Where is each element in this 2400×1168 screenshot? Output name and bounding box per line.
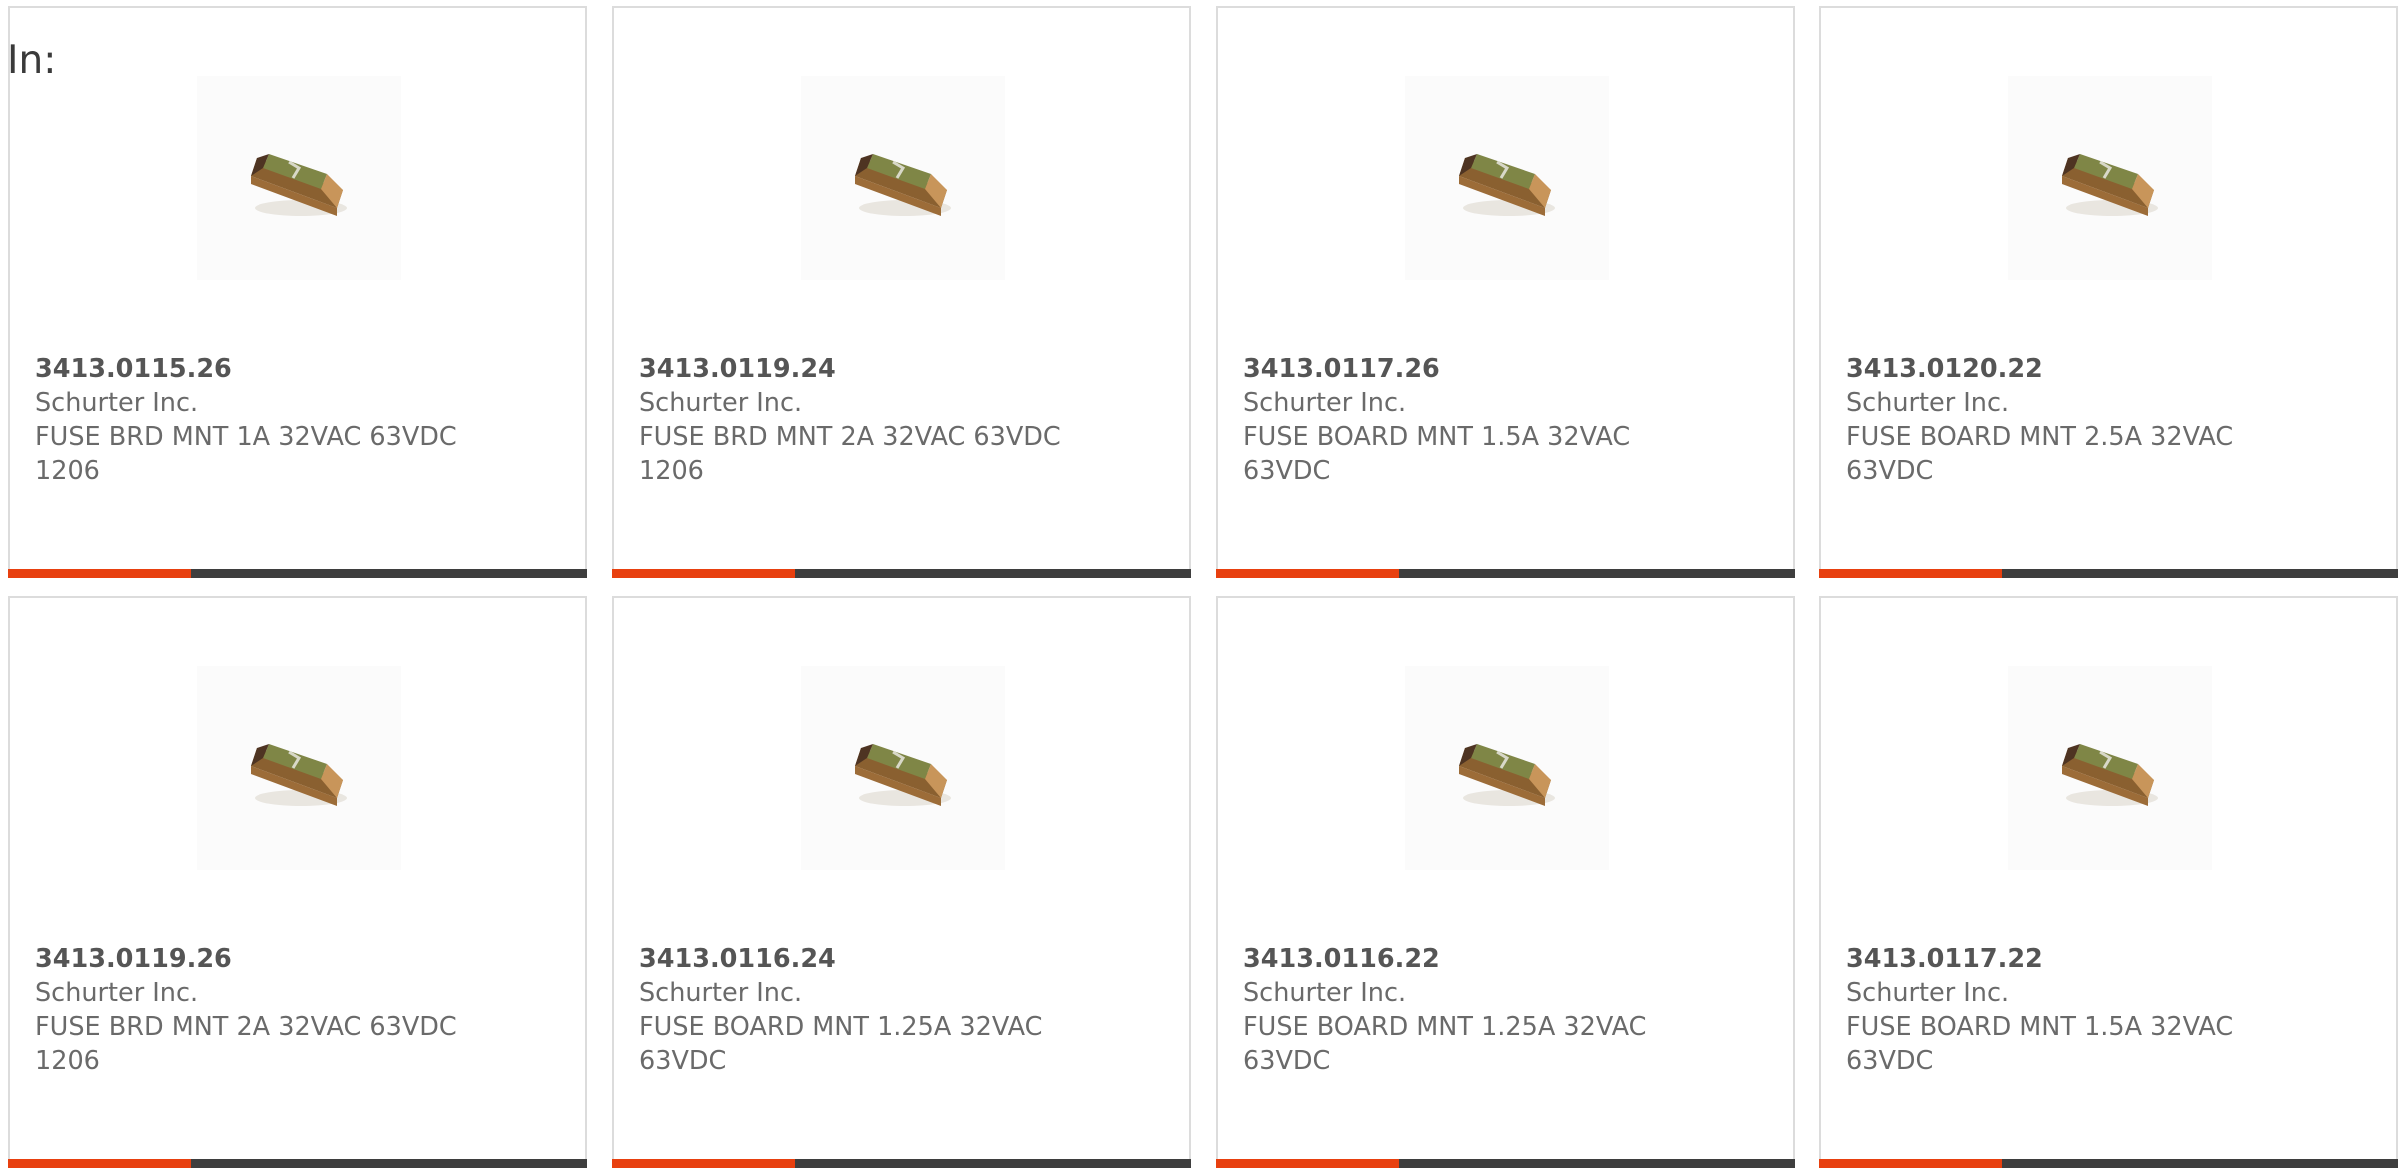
product-card[interactable]: 3413.0115.26 Schurter Inc. FUSE BRD MNT … <box>8 6 587 578</box>
product-info: 3413.0115.26 Schurter Inc. FUSE BRD MNT … <box>35 352 505 488</box>
product-description: FUSE BRD MNT 2A 32VAC 63VDC 1206 <box>35 1012 457 1076</box>
part-number[interactable]: 3413.0117.22 <box>1846 942 2316 976</box>
product-description: FUSE BOARD MNT 1.5A 32VAC 63VDC <box>1846 1012 2234 1076</box>
product-card[interactable]: 3413.0117.22 Schurter Inc. FUSE BOARD MN… <box>1819 596 2398 1168</box>
part-number[interactable]: 3413.0120.22 <box>1846 352 2316 386</box>
part-number[interactable]: 3413.0119.26 <box>35 942 505 976</box>
card-accent-bar <box>1819 569 2002 578</box>
card-accent-bar <box>8 1159 191 1168</box>
card-accent-bar <box>612 569 795 578</box>
card-footer-bar <box>8 569 587 578</box>
product-card[interactable]: 3413.0117.26 Schurter Inc. FUSE BOARD MN… <box>1216 6 1795 578</box>
manufacturer: Schurter Inc. <box>1846 978 2010 1008</box>
smd-fuse-icon <box>1459 744 1555 806</box>
part-number[interactable]: 3413.0116.24 <box>639 942 1109 976</box>
part-number[interactable]: 3413.0117.26 <box>1243 352 1713 386</box>
card-accent-bar <box>612 1159 795 1168</box>
product-description: FUSE BRD MNT 1A 32VAC 63VDC 1206 <box>35 422 457 486</box>
product-description: FUSE BOARD MNT 2.5A 32VAC 63VDC <box>1846 422 2234 486</box>
product-info: 3413.0117.26 Schurter Inc. FUSE BOARD MN… <box>1243 352 1713 488</box>
results-in-label: In: <box>7 38 57 83</box>
card-footer-bar <box>1819 569 2398 578</box>
smd-fuse-image[interactable] <box>197 76 401 280</box>
card-footer-bar <box>1216 1159 1795 1168</box>
smd-fuse-image[interactable] <box>2008 76 2212 280</box>
card-footer-bar <box>1216 569 1795 578</box>
smd-fuse-icon <box>251 744 347 806</box>
product-info: 3413.0116.24 Schurter Inc. FUSE BOARD MN… <box>639 942 1109 1078</box>
smd-fuse-icon <box>251 154 347 216</box>
product-card[interactable]: 3413.0116.24 Schurter Inc. FUSE BOARD MN… <box>612 596 1191 1168</box>
product-info: 3413.0116.22 Schurter Inc. FUSE BOARD MN… <box>1243 942 1713 1078</box>
smd-fuse-icon <box>2062 154 2158 216</box>
manufacturer: Schurter Inc. <box>1846 388 2010 418</box>
manufacturer: Schurter Inc. <box>1243 388 1407 418</box>
manufacturer: Schurter Inc. <box>1243 978 1407 1008</box>
manufacturer: Schurter Inc. <box>639 978 803 1008</box>
smd-fuse-image[interactable] <box>2008 666 2212 870</box>
manufacturer: Schurter Inc. <box>639 388 803 418</box>
card-footer-bar <box>612 1159 1191 1168</box>
card-accent-bar <box>1216 1159 1399 1168</box>
smd-fuse-image[interactable] <box>801 666 1005 870</box>
product-description: FUSE BOARD MNT 1.25A 32VAC 63VDC <box>1243 1012 1647 1076</box>
smd-fuse-icon <box>2062 744 2158 806</box>
card-footer-bar <box>612 569 1191 578</box>
part-number[interactable]: 3413.0115.26 <box>35 352 505 386</box>
smd-fuse-image[interactable] <box>197 666 401 870</box>
product-card[interactable]: 3413.0119.26 Schurter Inc. FUSE BRD MNT … <box>8 596 587 1168</box>
product-grid: 3413.0115.26 Schurter Inc. FUSE BRD MNT … <box>0 0 2400 1168</box>
manufacturer: Schurter Inc. <box>35 978 199 1008</box>
card-accent-bar <box>1819 1159 2002 1168</box>
smd-fuse-image[interactable] <box>1405 76 1609 280</box>
product-description: FUSE BOARD MNT 1.25A 32VAC 63VDC <box>639 1012 1043 1076</box>
product-info: 3413.0119.26 Schurter Inc. FUSE BRD MNT … <box>35 942 505 1078</box>
part-number[interactable]: 3413.0119.24 <box>639 352 1109 386</box>
smd-fuse-icon <box>855 154 951 216</box>
card-accent-bar <box>1216 569 1399 578</box>
product-info: 3413.0117.22 Schurter Inc. FUSE BOARD MN… <box>1846 942 2316 1078</box>
manufacturer: Schurter Inc. <box>35 388 199 418</box>
product-description: FUSE BOARD MNT 1.5A 32VAC 63VDC <box>1243 422 1631 486</box>
smd-fuse-icon <box>855 744 951 806</box>
product-info: 3413.0120.22 Schurter Inc. FUSE BOARD MN… <box>1846 352 2316 488</box>
card-footer-bar <box>1819 1159 2398 1168</box>
product-info: 3413.0119.24 Schurter Inc. FUSE BRD MNT … <box>639 352 1109 488</box>
card-accent-bar <box>8 569 191 578</box>
product-description: FUSE BRD MNT 2A 32VAC 63VDC 1206 <box>639 422 1061 486</box>
product-card[interactable]: 3413.0120.22 Schurter Inc. FUSE BOARD MN… <box>1819 6 2398 578</box>
part-number[interactable]: 3413.0116.22 <box>1243 942 1713 976</box>
smd-fuse-image[interactable] <box>801 76 1005 280</box>
smd-fuse-icon <box>1459 154 1555 216</box>
card-footer-bar <box>8 1159 587 1168</box>
product-card[interactable]: 3413.0119.24 Schurter Inc. FUSE BRD MNT … <box>612 6 1191 578</box>
smd-fuse-image[interactable] <box>1405 666 1609 870</box>
product-card[interactable]: 3413.0116.22 Schurter Inc. FUSE BOARD MN… <box>1216 596 1795 1168</box>
